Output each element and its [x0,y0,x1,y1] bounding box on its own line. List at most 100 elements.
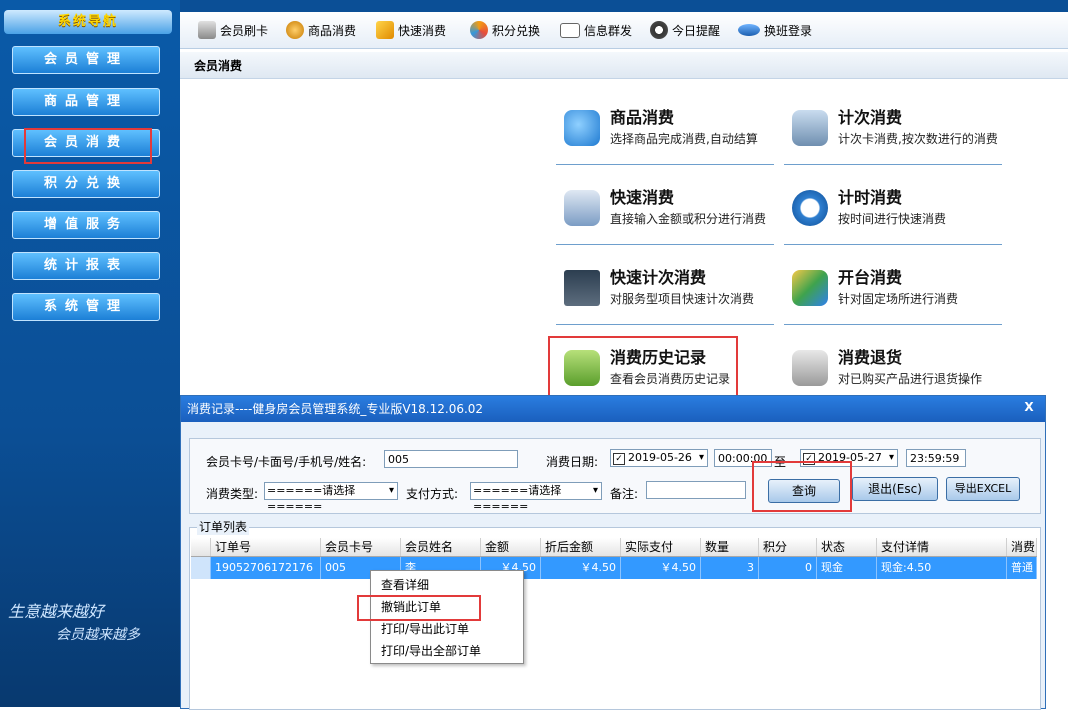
exchange-icon [470,21,488,39]
date-from-value: 2019-05-26 [628,451,692,464]
date-from-picker[interactable]: ✓ 2019-05-26 [610,449,708,467]
product-consume-icon [564,110,600,146]
page-title: 会员消费 [194,59,243,73]
toolbar-today-reminder[interactable]: 今日提醒 [650,20,720,40]
toolbar-label: 快速消费 [398,23,447,38]
func-desc: 对服务型项目快速计次消费 [610,292,755,306]
toolbar: 会员刷卡 商品消费 快速消费 积分兑换 信息群发 今日提醒 换班登录 [180,12,1068,49]
toolbar-label: 积分兑换 [492,23,541,38]
close-icon[interactable]: X [1019,398,1039,416]
card-search-input[interactable]: 005 [384,450,518,468]
money-bag-icon [286,21,304,39]
func-title: 计时消费 [838,188,903,207]
order-list-label: 订单列表 [197,518,250,535]
toolbar-message-broadcast[interactable]: 信息群发 [560,20,632,40]
menu-item-view-detail[interactable]: 查看详细 [381,576,429,593]
func-table-consume[interactable]: 开台消费 针对固定场所进行消费 [784,260,1002,325]
highlight-box-sidebar [24,128,152,164]
cell-points: 0 [759,557,817,579]
slogan-line2: 会员越来越多 [56,627,140,643]
breadcrumb: 会员消费 [180,52,1068,79]
column-header[interactable]: 积分 [759,538,817,556]
note-input[interactable] [646,481,746,499]
column-header[interactable]: 会员姓名 [401,538,481,556]
func-product-consume[interactable]: 商品消费 选择商品完成消费,自动结算 [556,100,774,165]
func-title: 快速计次消费 [610,268,707,287]
pay-method-select[interactable]: ======请选择====== [470,482,602,513]
toolbar-label: 今日提醒 [672,23,721,38]
highlight-box-cancel [357,595,481,621]
menu-item-print-order[interactable]: 打印/导出此订单 [381,620,469,637]
column-header[interactable]: 支付详情 [877,538,1007,556]
column-header[interactable]: 实际支付 [621,538,701,556]
export-excel-button[interactable]: 导出EXCEL [946,477,1020,501]
exit-button[interactable]: 退出(Esc) [852,477,938,501]
cell-pay-detail: 现金:4.50 [877,557,1007,579]
sidebar-item-reports[interactable]: 统计报表 [12,252,160,280]
note-label: 备注: [610,487,639,501]
func-desc: 直接输入金额或积分进行消费 [610,212,767,226]
sidebar-item-points-exchange[interactable]: 积分兑换 [12,170,160,198]
sidebar-title: 系统导航 [4,10,172,34]
column-header[interactable]: 会员卡号 [321,538,401,556]
func-desc: 针对固定场所进行消费 [838,292,959,306]
func-fast-consume[interactable]: 快速消费 直接输入金额或积分进行消费 [556,180,774,245]
toolbar-label: 商品消费 [308,23,357,38]
filter-panel: 会员卡号/卡面号/手机号/姓名: 005 消费日期: ✓2019-05-26 0… [189,438,1041,514]
monitor-icon [564,270,600,306]
func-desc: 计次卡消费,按次数进行的消费 [838,132,998,146]
cell-order-no: 19052706172176 [211,557,321,579]
shift-login-icon [738,24,760,36]
slogan-line1: 生意越来越好 [8,602,105,621]
row-header-corner [191,538,211,556]
toolbar-shift-login[interactable]: 换班登录 [738,20,812,40]
consume-type-select[interactable]: ======请选择====== [264,482,398,513]
time-to-input[interactable]: 23:59:59 [906,449,966,467]
fast-consume-icon [376,21,394,39]
top-bar [180,0,1068,12]
fast-consume-card-icon [564,190,600,226]
consume-record-window: 消费记录----健身房会员管理系统_专业版V18.12.06.02 X 会员卡号… [180,395,1046,710]
toolbar-points-exchange[interactable]: 积分兑换 [470,20,540,40]
table-header: 订单号 会员卡号 会员姓名 金额 折后金额 实际支付 数量 积分 状态 支付详情… [191,538,1037,557]
count-consume-icon [792,110,828,146]
column-header[interactable]: 消费 [1007,538,1037,556]
menu-item-print-all[interactable]: 打印/导出全部订单 [381,642,481,659]
window-title: 消费记录----健身房会员管理系统_专业版V18.12.06.02 [187,402,484,416]
table-row[interactable]: 19052706172176 005 李 ￥4.50 ￥4.50 ￥4.50 3… [191,557,1037,579]
card-reader-icon [198,21,216,39]
toolbar-fast-consume[interactable]: 快速消费 [376,20,446,40]
func-desc: 选择商品完成消费,自动结算 [610,132,758,146]
toolbar-label: 换班登录 [764,23,813,38]
row-selector[interactable] [191,557,211,579]
stopwatch-icon [792,190,828,226]
sidebar-item-system-management[interactable]: 系统管理 [12,293,160,321]
sidebar-item-member-management[interactable]: 会员管理 [12,46,160,74]
column-header[interactable]: 订单号 [211,538,321,556]
toolbar-product-consume[interactable]: 商品消费 [286,20,356,40]
pay-label: 支付方式: [406,487,459,501]
column-header[interactable]: 金额 [481,538,541,556]
date-from-checkbox[interactable]: ✓ [613,453,625,465]
func-fast-count-consume[interactable]: 快速计次消费 对服务型项目快速计次消费 [556,260,774,325]
toolbar-card-swipe[interactable]: 会员刷卡 [198,20,268,40]
table-open-icon [792,270,828,306]
func-title: 计次消费 [838,108,903,127]
cell-status: 现金 [817,557,877,579]
func-count-consume[interactable]: 计次消费 计次卡消费,按次数进行的消费 [784,100,1002,165]
column-header[interactable]: 折后金额 [541,538,621,556]
type-label: 消费类型: [206,487,259,501]
func-time-consume[interactable]: 计时消费 按时间进行快速消费 [784,180,1002,245]
column-header[interactable]: 状态 [817,538,877,556]
sidebar-item-value-added[interactable]: 增值服务 [12,211,160,239]
func-title: 消费退货 [838,348,903,367]
sidebar-nav: 系统导航 会员管理 商品管理 会员消费 积分兑换 增值服务 统计报表 系统管理 … [0,0,180,707]
func-title: 快速消费 [610,188,675,207]
cell-consume-type: 普通 [1007,557,1037,579]
func-title: 商品消费 [610,108,675,127]
sidebar-item-product-management[interactable]: 商品管理 [12,88,160,116]
func-desc: 按时间进行快速消费 [838,212,947,226]
column-header[interactable]: 数量 [701,538,759,556]
cell-paid: ￥4.50 [621,557,701,579]
func-title: 开台消费 [838,268,903,287]
